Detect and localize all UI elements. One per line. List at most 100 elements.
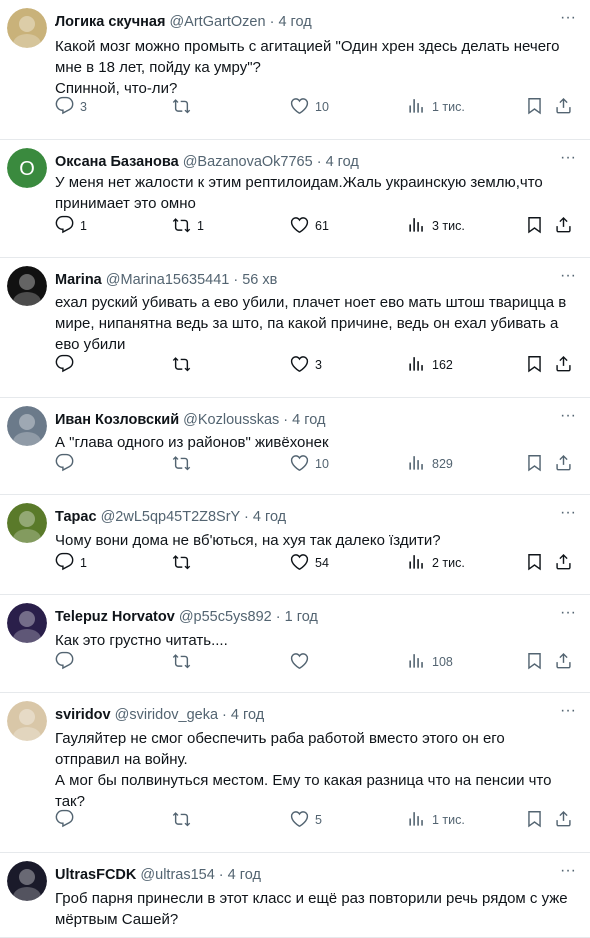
tweet[interactable]: Иван Козловский @Kozlousskas · 4 год ··· А…	[0, 398, 590, 495]
share-button[interactable]	[554, 809, 573, 831]
like-button[interactable]: 10	[290, 453, 329, 475]
bookmark-button[interactable]	[525, 215, 544, 237]
like-icon	[290, 96, 309, 118]
author-name[interactable]: Тарас	[55, 509, 97, 525]
more-icon[interactable]: ···	[556, 408, 580, 428]
bookmark-button[interactable]	[525, 651, 544, 673]
timestamp[interactable]: 4 год	[278, 14, 311, 30]
like-button[interactable]	[290, 651, 315, 673]
tweet-text-line: А мог бы полвинуться местом. Ему то кака…	[55, 772, 552, 789]
retweet-button[interactable]	[172, 354, 197, 376]
timestamp[interactable]: 56 хв	[242, 272, 277, 288]
tweet[interactable]: O Оксана Базанова @BazanovaOk7765 · 4 год…	[0, 140, 590, 258]
timestamp[interactable]: 4 год	[292, 412, 325, 428]
like-button[interactable]: 54	[290, 552, 329, 574]
timestamp[interactable]: 4 год	[253, 509, 286, 525]
reply-button[interactable]	[55, 453, 80, 475]
like-icon	[290, 453, 309, 475]
author-name[interactable]: Логика скучная	[55, 14, 165, 30]
more-icon[interactable]: ···	[556, 703, 580, 723]
like-button[interactable]: 3	[290, 354, 322, 376]
more-icon[interactable]: ···	[556, 505, 580, 525]
tweet-text-line: Какой мозг можно промыть с агитацией "Од…	[55, 38, 560, 55]
reply-button[interactable]: 3	[55, 96, 87, 118]
retweet-button[interactable]	[172, 96, 197, 118]
more-icon[interactable]: ···	[556, 10, 580, 30]
timestamp[interactable]: 4 год	[231, 707, 264, 723]
retweet-button[interactable]	[172, 552, 197, 574]
tweet[interactable]: UltrasFCDK @ultras154 · 4 год ··· Гроб пар…	[0, 853, 590, 938]
avatar[interactable]	[7, 603, 47, 643]
share-button[interactable]	[554, 552, 573, 574]
retweet-button[interactable]	[172, 453, 197, 475]
separator-dot: ·	[239, 509, 253, 525]
reply-button[interactable]	[55, 354, 80, 376]
timestamp[interactable]: 4 год	[228, 867, 261, 883]
tweet[interactable]: sviridov @sviridov_geka · 4 год ··· Гауляй…	[0, 693, 590, 853]
share-button[interactable]	[554, 215, 573, 237]
reply-button[interactable]: 1	[55, 215, 87, 237]
views-button[interactable]: 108	[407, 651, 453, 673]
author-handle[interactable]: @BazanovaOk7765	[183, 154, 313, 170]
like-button[interactable]: 5	[290, 809, 322, 831]
avatar[interactable]	[7, 861, 47, 901]
retweet-button[interactable]: 1	[172, 215, 204, 237]
reply-button[interactable]: 1	[55, 552, 87, 574]
like-button[interactable]: 10	[290, 96, 329, 118]
author-handle[interactable]: @ultras154	[140, 867, 214, 883]
author-handle[interactable]: @sviridov_geka	[115, 707, 218, 723]
more-icon[interactable]: ···	[556, 150, 580, 170]
views-count: 1 тис.	[432, 100, 465, 114]
author-handle[interactable]: @Kozlousskas	[183, 412, 279, 428]
author-handle[interactable]: @ArtGartOzen	[169, 14, 265, 30]
views-button[interactable]: 2 тис.	[407, 552, 465, 574]
like-button[interactable]: 61	[290, 215, 329, 237]
tweet[interactable]: Логика скучная @ArtGartOzen · 4 год ··· Ка…	[0, 0, 590, 140]
reply-button[interactable]	[55, 651, 80, 673]
more-icon[interactable]: ···	[556, 268, 580, 288]
views-button[interactable]: 829	[407, 453, 453, 475]
views-button[interactable]: 162	[407, 354, 453, 376]
more-icon[interactable]: ···	[556, 605, 580, 625]
bookmark-button[interactable]	[525, 552, 544, 574]
avatar[interactable]	[7, 8, 47, 48]
retweet-button[interactable]	[172, 809, 197, 831]
views-button[interactable]: 3 тис.	[407, 215, 465, 237]
author-handle[interactable]: @Marina15635441	[106, 272, 230, 288]
avatar[interactable]	[7, 266, 47, 306]
author-name[interactable]: Marina	[55, 272, 102, 288]
tweet[interactable]: Telepuz Horvatov @p55c5ys892 · 1 год ··· К…	[0, 595, 590, 693]
avatar[interactable]	[7, 503, 47, 543]
bookmark-button[interactable]	[525, 809, 544, 831]
author-name[interactable]: Telepuz Horvatov	[55, 609, 175, 625]
tweet[interactable]: Marina @Marina15635441 · 56 хв ··· ехал ру…	[0, 258, 590, 398]
timestamp[interactable]: 4 год	[326, 154, 359, 170]
reply-button[interactable]	[55, 809, 80, 831]
avatar[interactable]: O	[7, 148, 47, 188]
tweet[interactable]: Тарас @2wL5qp45T2Z8SrY · 4 год ··· Чому во…	[0, 495, 590, 595]
author-name[interactable]: sviridov	[55, 707, 111, 723]
author-handle[interactable]: @p55c5ys892	[179, 609, 272, 625]
share-button[interactable]	[554, 354, 573, 376]
like-count: 5	[315, 813, 322, 827]
share-button[interactable]	[554, 651, 573, 673]
timestamp[interactable]: 1 год	[285, 609, 318, 625]
bookmark-button[interactable]	[525, 96, 544, 118]
views-icon	[407, 809, 426, 831]
share-button[interactable]	[554, 453, 573, 475]
separator-dot: ·	[279, 412, 293, 428]
author-name[interactable]: Иван Козловский	[55, 412, 179, 428]
action-bar: 108	[0, 651, 590, 675]
retweet-button[interactable]	[172, 651, 197, 673]
share-button[interactable]	[554, 96, 573, 118]
author-handle[interactable]: @2wL5qp45T2Z8SrY	[101, 509, 240, 525]
more-icon[interactable]: ···	[556, 863, 580, 883]
views-button[interactable]: 1 тис.	[407, 96, 465, 118]
avatar[interactable]	[7, 701, 47, 741]
avatar[interactable]	[7, 406, 47, 446]
views-button[interactable]: 1 тис.	[407, 809, 465, 831]
author-name[interactable]: UltrasFCDK	[55, 867, 136, 883]
bookmark-button[interactable]	[525, 453, 544, 475]
author-name[interactable]: Оксана Базанова	[55, 154, 179, 170]
bookmark-button[interactable]	[525, 354, 544, 376]
